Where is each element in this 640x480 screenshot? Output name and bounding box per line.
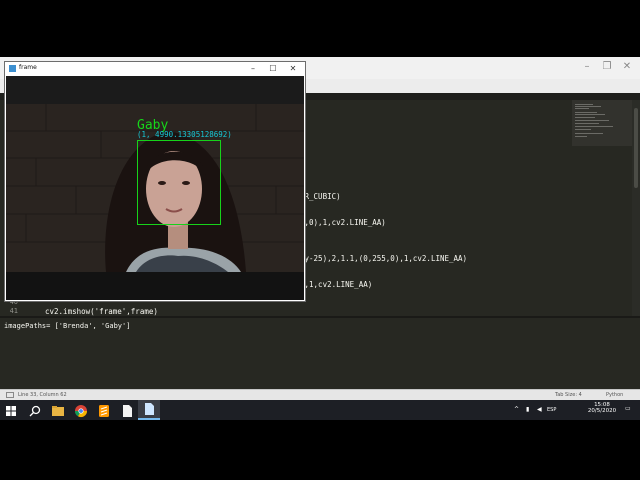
scrollbar-thumb[interactable] xyxy=(634,108,638,188)
minimap-line xyxy=(575,126,613,127)
minimap-line xyxy=(575,120,609,121)
face-confidence-label: (1, 4990.13305128692) xyxy=(137,130,232,139)
document-icon xyxy=(123,405,132,417)
volume-icon[interactable]: ◀ xyxy=(537,406,542,413)
maximize-button[interactable]: ☐ xyxy=(263,63,283,75)
editor-minimize-button[interactable]: – xyxy=(580,60,594,74)
taskbar: ^ ▮ ◀ ESP 15:08 20/5/2020 ▭ xyxy=(0,400,640,420)
vertical-scrollbar[interactable] xyxy=(632,100,640,316)
editor-close-button[interactable]: ✕ xyxy=(620,60,634,74)
up-arrow-icon[interactable]: ^ xyxy=(514,406,519,413)
code-line: ),1,cv2.LINE_AA) xyxy=(300,280,372,289)
minimap-line xyxy=(575,117,595,118)
minimap-line xyxy=(575,106,601,107)
console-panel[interactable]: imagePaths= ['Brenda', 'Gaby'] xyxy=(0,316,640,391)
cursor-position: Line 33, Column 62 xyxy=(18,392,67,398)
taskbar-sublime[interactable] xyxy=(96,403,112,417)
taskbar-file-explorer[interactable] xyxy=(50,403,66,417)
network-icon[interactable]: ▮ xyxy=(526,406,529,413)
notification-icon[interactable]: ▭ xyxy=(625,405,631,412)
search-button[interactable] xyxy=(27,403,43,417)
code-fragment: ER_CUBIC) xyxy=(300,192,341,201)
tab-size-indicator[interactable]: Tab Size: 4 xyxy=(555,392,582,399)
code-fragment: ,y-25),2,1.1,(0,255,0),1,cv2.LINE_AA) xyxy=(300,254,468,263)
code-fragment: 5,0),1,cv2.LINE_AA) xyxy=(300,218,386,227)
python-document-icon xyxy=(145,403,154,415)
search-icon xyxy=(29,405,41,417)
code-fragment: ),1,cv2.LINE_AA) xyxy=(300,280,373,289)
start-button[interactable] xyxy=(4,403,18,417)
editor-maximize-button[interactable]: ❐ xyxy=(600,60,614,74)
clock-date: 20/5/2020 xyxy=(587,408,617,414)
frame-titlebar[interactable]: frame – ☐ ✕ xyxy=(5,62,305,76)
folder-icon xyxy=(52,406,64,416)
minimap-line xyxy=(575,112,597,113)
syntax-indicator[interactable]: Python xyxy=(606,392,623,399)
frame-title: frame xyxy=(19,64,37,71)
taskbar-document[interactable] xyxy=(119,403,135,417)
line-number: 41 xyxy=(9,307,18,315)
keyboard-language[interactable]: ESP xyxy=(547,407,556,413)
minimap-line xyxy=(575,104,593,105)
console-output: imagePaths= ['Brenda', 'Gaby'] xyxy=(4,322,131,330)
minimap-line xyxy=(575,114,605,115)
close-button[interactable]: ✕ xyxy=(283,63,303,75)
panel-toggle-icon[interactable] xyxy=(6,392,14,398)
taskbar-active-app[interactable] xyxy=(138,400,160,420)
window-app-icon xyxy=(9,65,16,72)
minimap[interactable] xyxy=(572,100,632,316)
face-bounding-box xyxy=(137,140,221,225)
code-line: cv2.imshow('frame',frame) xyxy=(45,307,158,316)
minimap-line xyxy=(575,108,589,109)
code-line: ,y-25),2,1.1,(0,255,0),1,cv2.LINE_AA) xyxy=(300,254,467,263)
code-line: 5,0),1,cv2.LINE_AA) xyxy=(300,218,386,227)
minimap-line xyxy=(575,133,603,134)
minimap-line xyxy=(575,136,587,137)
minimap-line xyxy=(575,123,599,124)
minimize-button[interactable]: – xyxy=(243,63,263,75)
camera-view: Gaby (1, 4990.13305128692) xyxy=(6,76,304,300)
frame-window: frame – ☐ ✕ Gaby (1, 4990.13305128692) xyxy=(4,61,306,302)
minimap-line xyxy=(575,129,591,130)
sublime-text-icon xyxy=(99,405,109,417)
clock[interactable]: 15:08 20/5/2020 xyxy=(577,402,627,414)
chrome-icon xyxy=(75,405,87,418)
windows-logo-icon xyxy=(6,406,16,416)
taskbar-chrome[interactable] xyxy=(73,403,89,418)
code-line: ER_CUBIC) xyxy=(300,192,341,201)
